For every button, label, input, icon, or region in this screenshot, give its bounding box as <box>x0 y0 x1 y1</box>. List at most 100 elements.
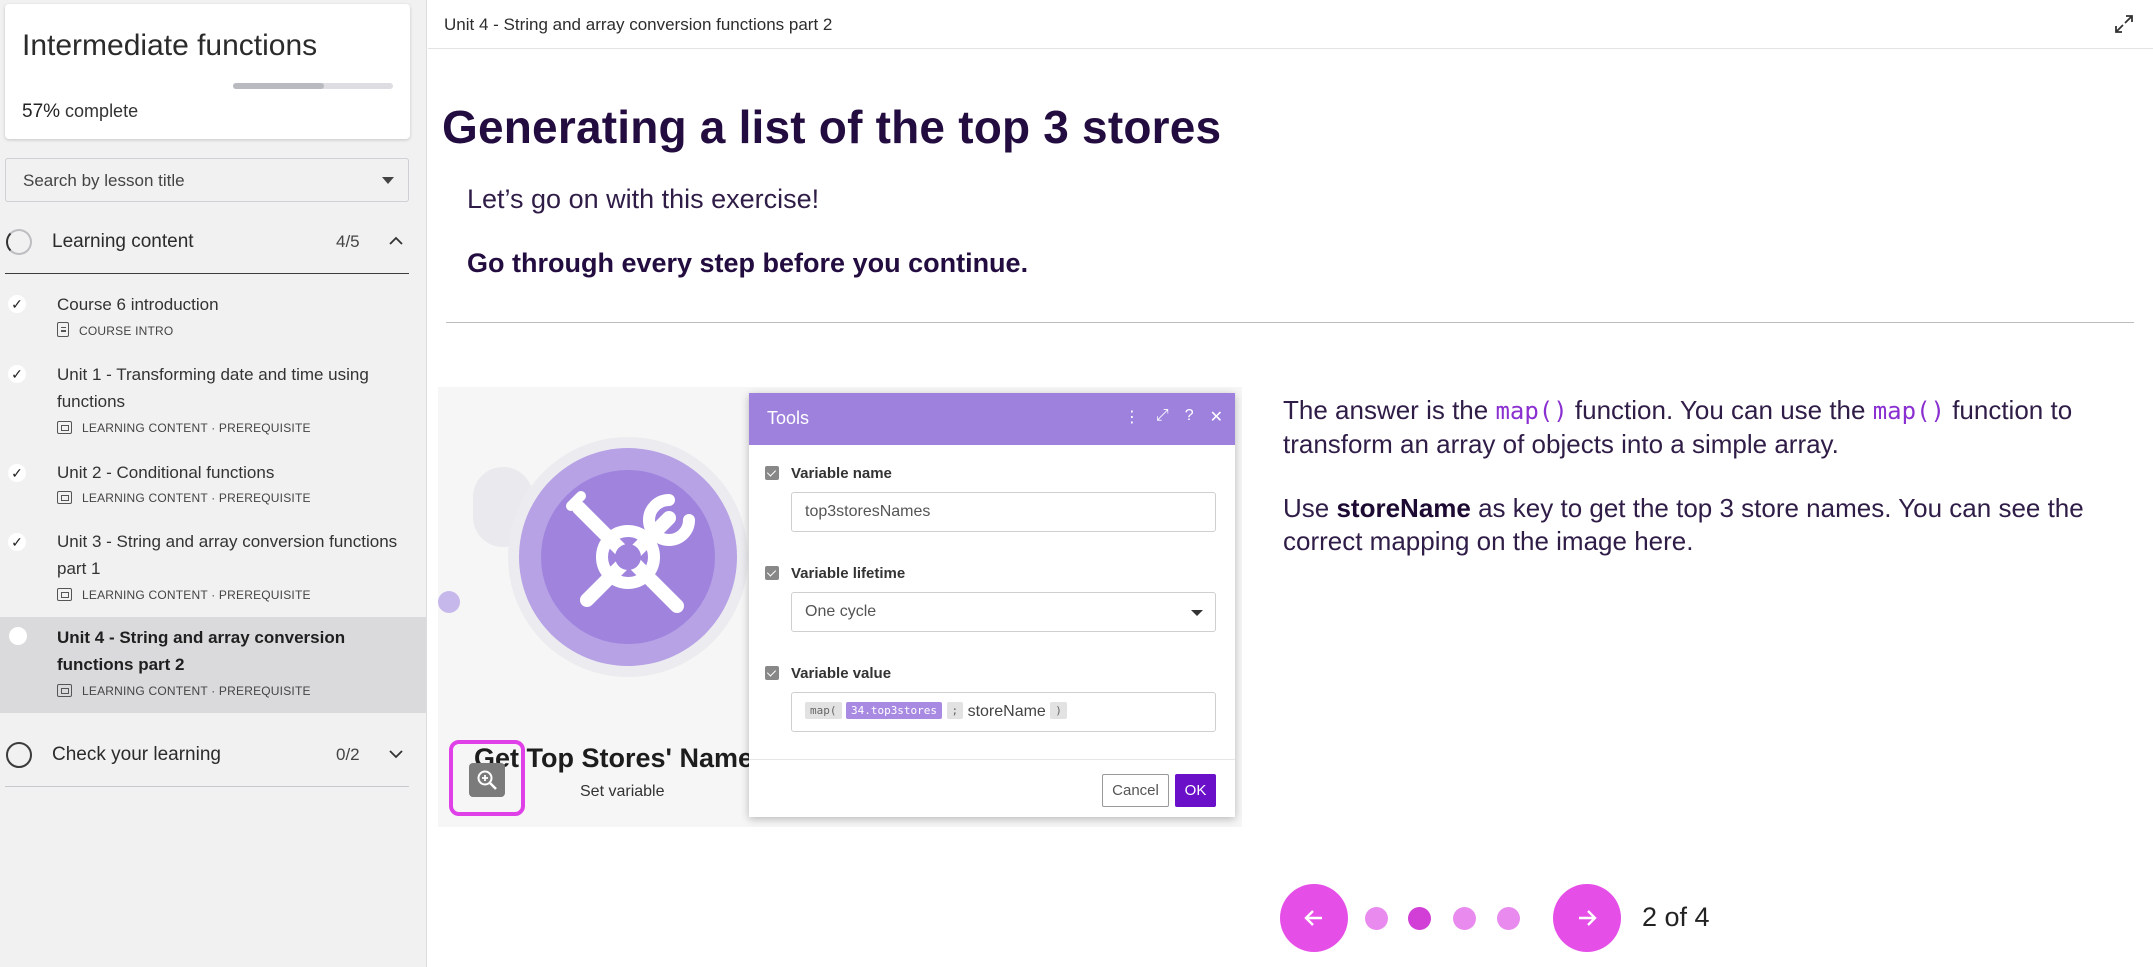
more-vertical-icon: ⋮ <box>1123 409 1140 426</box>
lesson-title: Course 6 introduction <box>57 295 219 314</box>
lesson-title: Unit 3 - String and array conversion fun… <box>57 532 398 578</box>
progress-percent: 57% <box>22 101 61 122</box>
page-dot-4[interactable] <box>1497 907 1520 930</box>
lesson-search-select[interactable]: Search by lesson title <box>5 158 409 202</box>
module-connector <box>438 591 460 613</box>
check-icon: ✓ <box>8 365 26 383</box>
image-icon <box>57 421 72 434</box>
lesson-item-unit-4[interactable]: Unit 4 - String and array conversion fun… <box>0 617 426 713</box>
section-check-your-learning[interactable]: Check your learning 0/2 <box>0 724 410 786</box>
lesson-item-unit-3[interactable]: ✓ Unit 3 - String and array conversion f… <box>0 523 426 613</box>
previous-button[interactable] <box>1280 884 1348 952</box>
section-divider <box>5 273 409 274</box>
progress-text: 57% complete <box>22 101 138 123</box>
variable-name-input: top3storesNames <box>791 492 1216 532</box>
dialog-cancel-button: Cancel <box>1102 774 1169 807</box>
tools-module <box>519 448 737 666</box>
variable-value-input: map( 34.top3stores ; storeName ) <box>791 692 1216 732</box>
caret-down-icon <box>1191 610 1203 616</box>
lesson-title: Unit 4 - String and array conversion fun… <box>57 628 346 674</box>
section-learning-content[interactable]: Learning content 4/5 <box>0 211 410 273</box>
tools-dialog: Tools ⋮ ⤢ ? ✕ Variable name top3storesNa… <box>749 393 1235 817</box>
code-map: map() <box>1495 397 1568 425</box>
select-value: One cycle <box>805 603 877 620</box>
dialog-footer-divider <box>749 759 1235 760</box>
section-progress-ring-icon <box>6 229 32 255</box>
arrow-right-icon <box>1579 910 1597 926</box>
course-card: Intermediate functions 57% complete <box>5 4 410 139</box>
lesson-item-course-intro[interactable]: ✓ Course 6 introduction COURSE INTRO <box>0 283 426 345</box>
zoom-icon-bg <box>469 763 505 797</box>
fullscreen-icon: ⤢ <box>1155 407 1169 424</box>
check-icon: ✓ <box>8 295 26 313</box>
dialog-header: Tools ⋮ ⤢ ? ✕ <box>749 393 1235 445</box>
progress-bar-fill <box>233 83 325 89</box>
progress-bar <box>233 83 393 89</box>
section-divider <box>5 786 409 787</box>
page-dot-3[interactable] <box>1453 907 1476 930</box>
topbar: Unit 4 - String and array conversion fun… <box>428 0 2153 49</box>
instruction-text: Go through every step before you continu… <box>467 248 1029 278</box>
dialog-title: Tools <box>767 408 810 428</box>
sidebar: Intermediate functions 57% complete Sear… <box>0 0 427 967</box>
variable-lifetime-select: One cycle <box>791 592 1216 632</box>
lesson-meta: LEARNING CONTENT · PREREQUISITE <box>57 588 311 602</box>
image-zoom-button[interactable] <box>449 740 525 816</box>
image-icon <box>57 491 72 504</box>
dialog-header-icons: ⋮ ⤢ ? ✕ <box>1124 407 1223 427</box>
progress-suffix: complete <box>65 101 139 121</box>
expand-icon[interactable] <box>2113 13 2135 35</box>
lesson-item-unit-2[interactable]: ✓ Unit 2 - Conditional functions LEARNIN… <box>0 453 426 515</box>
image-icon <box>57 588 72 601</box>
app: Intermediate functions 57% complete Sear… <box>0 0 2153 967</box>
section-label: Learning content <box>52 231 194 252</box>
next-button[interactable] <box>1553 884 1621 952</box>
code-map: map() <box>1872 397 1945 425</box>
page-title: Generating a list of the top 3 stores <box>442 101 1222 153</box>
tools-icon <box>566 491 695 613</box>
field-checkbox-icon <box>765 566 779 580</box>
module-type: Set variable <box>580 783 665 800</box>
lesson-image: Get Top Stores' Name Set variable Tools … <box>438 387 1242 827</box>
chevron-down-icon <box>389 750 403 759</box>
course-title: Intermediate functions <box>22 29 318 62</box>
lesson-meta: COURSE INTRO <box>57 322 173 338</box>
close-paren-chip: ) <box>1050 702 1067 719</box>
content-divider <box>446 322 2134 323</box>
lesson-meta: LEARNING CONTENT · PREREQUISITE <box>57 491 311 505</box>
pager-text: 2 of 4 <box>1642 902 1710 932</box>
zoom-in-icon <box>477 770 497 790</box>
answer-paragraph: The answer is the map() function. You ca… <box>1283 394 2123 461</box>
lesson-item-unit-1[interactable]: ✓ Unit 1 - Transforming date and time us… <box>0 353 426 445</box>
lesson-meta-text: LEARNING CONTENT · PREREQUISITE <box>82 684 311 698</box>
page-dot-2[interactable] <box>1408 907 1431 930</box>
lesson-meta: LEARNING CONTENT · PREREQUISITE <box>57 684 311 698</box>
lesson-meta: LEARNING CONTENT · PREREQUISITE <box>57 421 311 435</box>
field-label: Variable lifetime <box>791 565 906 582</box>
map-function-chip: map( <box>805 702 842 719</box>
hint-paragraph: Use storeName as key to get the top 3 st… <box>1283 492 2123 558</box>
intro-text: Let’s go on with this exercise! <box>467 184 820 214</box>
check-icon: ✓ <box>8 464 26 482</box>
page-dot-1[interactable] <box>1365 907 1388 930</box>
caret-down-icon <box>382 177 394 184</box>
check-icon: ✓ <box>8 533 26 551</box>
lesson-meta-text: LEARNING CONTENT · PREREQUISITE <box>82 491 311 505</box>
chevron-up-icon <box>389 236 403 245</box>
section-progress-ring-icon <box>6 742 32 768</box>
dialog-ok-button: OK <box>1175 774 1216 807</box>
section-count: 4/5 <box>336 232 360 251</box>
answer-text: The answer is the <box>1283 395 1496 425</box>
image-icon <box>57 684 72 697</box>
lesson-meta-text: LEARNING CONTENT · PREREQUISITE <box>82 421 311 435</box>
variable-chip: 34.top3stores <box>845 702 943 719</box>
lesson-meta-text: COURSE INTRO <box>79 324 174 338</box>
lesson-title: Unit 1 - Transforming date and time usin… <box>57 365 369 411</box>
hint-text: Use <box>1283 493 1337 523</box>
separator-chip: ; <box>946 702 964 719</box>
current-lesson-indicator <box>9 627 27 645</box>
unit-title: Unit 4 - String and array conversion fun… <box>444 15 833 34</box>
key-text: storeName <box>967 703 1046 720</box>
lesson-title: Unit 2 - Conditional functions <box>57 463 275 482</box>
field-label: Variable value <box>791 665 892 682</box>
